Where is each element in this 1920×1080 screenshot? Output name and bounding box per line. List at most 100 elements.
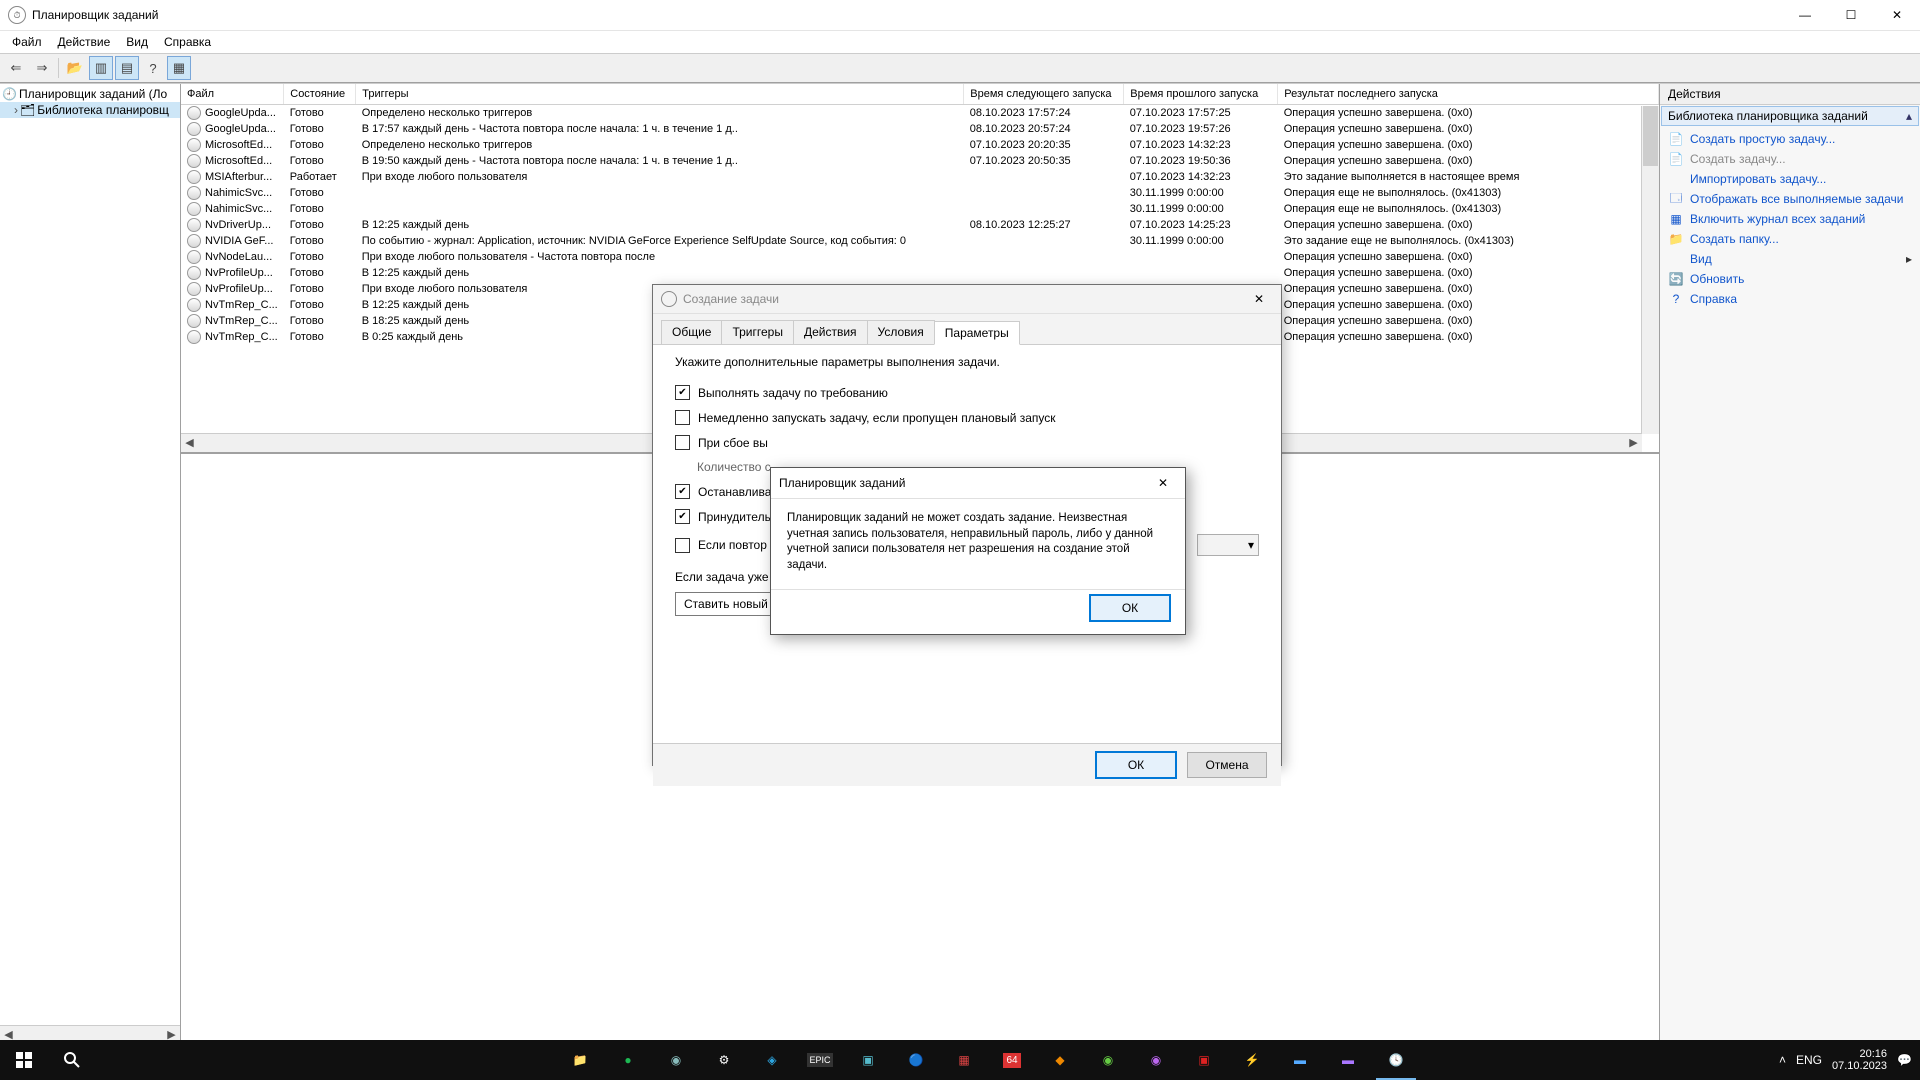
forward-icon[interactable]: ⇒ [30,56,54,80]
table-row[interactable]: NVIDIA GeF...ГотовоПо событию - журнал: … [181,233,1659,249]
tab-actions[interactable]: Действия [793,320,868,344]
taskbar-app9[interactable]: ▦ [940,1040,988,1080]
tab-general[interactable]: Общие [661,320,722,344]
table-row[interactable]: GoogleUpda...ГотовоОпределено несколько … [181,105,1659,122]
checkbox-restart-on-fail[interactable] [675,435,690,450]
task-name: NvNodeLau... [205,251,272,263]
toolbar-pane3-icon[interactable]: ▦ [167,56,191,80]
actions-section[interactable]: Библиотека планировщика заданий ▴ [1661,106,1919,126]
col-file[interactable]: Файл [181,84,284,105]
tab-settings[interactable]: Параметры [934,321,1020,345]
table-row[interactable]: MSIAfterbur...РаботаетПри входе любого п… [181,169,1659,185]
col-result[interactable]: Результат последнего запуска [1278,84,1659,105]
taskbar-settings[interactable]: ⚙ [700,1040,748,1080]
action-view[interactable]: Вид▸ [1666,249,1914,269]
tray-clock[interactable]: 20:16 07.10.2023 [1832,1048,1887,1072]
taskbar-telegram[interactable]: ◈ [748,1040,796,1080]
tray-expand-icon[interactable]: ˄ [1779,1053,1786,1067]
action-show-running[interactable]: 🗔Отображать все выполняемые задачи [1666,189,1914,209]
taskbar-steam[interactable]: ◉ [652,1040,700,1080]
taskbar-app17[interactable]: ▬ [1324,1040,1372,1080]
col-prev[interactable]: Время прошлого запуска [1124,84,1278,105]
task-icon [187,250,201,264]
tree-library[interactable]: › 🗂 Библиотека планировщ [0,102,180,118]
taskbar-app12[interactable]: ◉ [1084,1040,1132,1080]
menu-view[interactable]: Вид [118,33,156,51]
action-help[interactable]: ?Справка [1666,289,1914,309]
col-state[interactable]: Состояние [284,84,356,105]
action-create-basic[interactable]: 📄Создать простую задачу... [1666,129,1914,149]
taskbar-app14[interactable]: ▣ [1180,1040,1228,1080]
close-button[interactable]: ✕ [1874,0,1920,30]
toolbar-pane1-icon[interactable]: ▥ [89,56,113,80]
task-name: NvTmRep_C... [205,315,278,327]
taskbar-explorer[interactable]: 📁 [556,1040,604,1080]
label-on-demand: Выполнять задачу по требованию [698,386,888,400]
start-button[interactable] [0,1040,48,1080]
task-result: Операция успешно завершена. (0x0) [1278,137,1659,153]
search-button[interactable] [48,1040,96,1080]
table-row[interactable]: NahimicSvc...Готово30.11.1999 0:00:00Опе… [181,201,1659,217]
minimize-button[interactable]: — [1782,0,1828,30]
taskbar-scheduler[interactable]: 🕓 [1372,1040,1420,1080]
checkbox-stop-if-runs[interactable] [675,484,690,499]
action-import[interactable]: Импортировать задачу... [1666,169,1914,189]
table-row[interactable]: GoogleUpda...ГотовоВ 17:57 каждый день -… [181,121,1659,137]
action-label: Создать задачу... [1690,152,1786,166]
titlebar: ⏱ Планировщик заданий — ☐ ✕ [0,0,1920,31]
col-triggers[interactable]: Триггеры [356,84,964,105]
taskbar-app11[interactable]: ◆ [1036,1040,1084,1080]
error-ok-button[interactable]: ОК [1089,594,1171,622]
taskbar-app16[interactable]: ▬ [1276,1040,1324,1080]
table-row[interactable]: NvNodeLau...ГотовоПри входе любого польз… [181,249,1659,265]
action-icon [1668,251,1684,267]
label-delete-expired: Если повтор [698,538,767,552]
menu-action[interactable]: Действие [50,33,119,51]
table-row[interactable]: MicrosoftEd...ГотовоВ 19:50 каждый день … [181,153,1659,169]
tree-root[interactable]: 🕘 Планировщик заданий (Ло [0,86,180,102]
table-row[interactable]: MicrosoftEd...ГотовоОпределено несколько… [181,137,1659,153]
checkbox-on-demand[interactable] [675,385,690,400]
vscrollbar[interactable] [1641,106,1659,434]
expired-combo[interactable]: ▾ [1197,534,1259,556]
settings-intro: Укажите дополнительные параметры выполне… [675,355,1259,369]
scroll-right-icon[interactable]: ▶ [1625,434,1642,451]
table-row[interactable]: NvProfileUp...ГотовоВ 12:25 каждый деньО… [181,265,1659,281]
col-next[interactable]: Время следующего запуска [964,84,1124,105]
tab-conditions[interactable]: Условия [867,320,935,344]
menu-file[interactable]: Файл [4,33,50,51]
checkbox-delete-expired[interactable] [675,538,690,553]
action-enable-history[interactable]: ▦Включить журнал всех заданий [1666,209,1914,229]
taskbar-aida[interactable]: 64 [988,1040,1036,1080]
notifications-icon[interactable]: 💬 [1897,1053,1912,1067]
menu-help[interactable]: Справка [156,33,219,51]
help-icon[interactable]: ? [141,56,165,80]
error-dialog-close[interactable]: ✕ [1149,472,1177,494]
toolbar-pane2-icon[interactable]: ▤ [115,56,139,80]
taskbar-epic[interactable]: EPIC [796,1040,844,1080]
tray-lang[interactable]: ENG [1796,1053,1822,1067]
taskbar-chrome[interactable]: 🔵 [892,1040,940,1080]
action-new-folder[interactable]: 📁Создать папку... [1666,229,1914,249]
vscroll-thumb[interactable] [1643,106,1658,166]
taskbar-app7[interactable]: ▣ [844,1040,892,1080]
create-ok-button[interactable]: ОК [1095,751,1177,779]
create-dialog-close[interactable]: ✕ [1245,288,1273,310]
create-cancel-button[interactable]: Отмена [1187,752,1267,778]
maximize-button[interactable]: ☐ [1828,0,1874,30]
checkbox-run-asap[interactable] [675,410,690,425]
action-refresh[interactable]: 🔄Обновить [1666,269,1914,289]
taskbar-app15[interactable]: ⚡ [1228,1040,1276,1080]
table-row[interactable]: NvDriverUp...ГотовоВ 12:25 каждый день08… [181,217,1659,233]
table-row[interactable]: NahimicSvc...Готово30.11.1999 0:00:00Опе… [181,185,1659,201]
tab-triggers[interactable]: Триггеры [721,320,794,344]
back-icon[interactable]: ⇐ [4,56,28,80]
checkbox-force-stop[interactable] [675,509,690,524]
taskbar-spotify[interactable]: ● [604,1040,652,1080]
folder-up-icon[interactable]: 📂 [63,56,87,80]
app-icon: ◆ [1055,1053,1064,1067]
task-name: GoogleUpda... [205,107,276,119]
task-icon [187,138,201,152]
scroll-left-icon[interactable]: ◀ [181,434,198,451]
taskbar-app13[interactable]: ◉ [1132,1040,1180,1080]
